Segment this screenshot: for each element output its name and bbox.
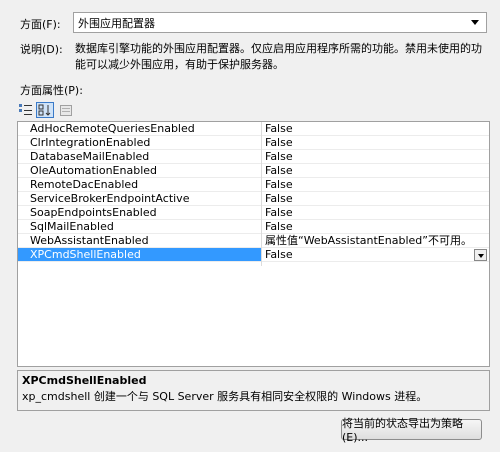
facet-dropdown[interactable]: 外围应用配置器 [73, 12, 487, 33]
property-value[interactable]: False [262, 122, 489, 136]
description-text: 数据库引擎功能的外围应用配置器。仅应启用应用程序所需的功能。禁用未使用的功能可以… [75, 42, 482, 71]
property-name: AdHocRemoteQueriesEnabled [18, 122, 261, 136]
help-text: xp_cmdshell 创建一个与 SQL Server 服务具有相同安全权限的… [22, 390, 428, 403]
property-value[interactable]: False [262, 220, 489, 234]
property-value[interactable]: False [262, 136, 489, 150]
property-value[interactable]: False [262, 164, 489, 178]
categorized-icon [19, 104, 32, 115]
property-row[interactable]: WebAssistantEnabled 属性值“WebAssistantEnab… [18, 234, 489, 248]
property-name: RemoteDacEnabled [18, 178, 261, 192]
property-name: DatabaseMailEnabled [18, 150, 261, 164]
property-row[interactable]: AdHocRemoteQueriesEnabled False [18, 122, 489, 136]
property-name: ClrIntegrationEnabled [18, 136, 261, 150]
description-label: 说明(D): [20, 43, 63, 56]
property-help-pane: XPCmdShellEnabled xp_cmdshell 创建一个与 SQL … [17, 370, 490, 411]
property-value-editor[interactable]: False [262, 248, 489, 262]
property-row[interactable]: SqlMailEnabled False [18, 220, 489, 234]
property-name: OleAutomationEnabled [18, 164, 261, 178]
facet-properties-label: 方面属性(P): [20, 84, 83, 97]
property-name: ServiceBrokerEndpointActive [18, 192, 261, 206]
property-row[interactable]: SoapEndpointsEnabled False [18, 206, 489, 220]
property-name: WebAssistantEnabled [18, 234, 261, 248]
property-grid[interactable]: AdHocRemoteQueriesEnabled False ClrInteg… [17, 121, 490, 367]
property-pages-button[interactable] [57, 102, 75, 118]
property-value[interactable]: False [262, 150, 489, 164]
export-policy-button[interactable]: 将当前的状态导出为策略(E)... [341, 417, 482, 444]
property-row[interactable]: RemoteDacEnabled False [18, 178, 489, 192]
property-name: SoapEndpointsEnabled [18, 206, 261, 220]
categorized-button[interactable] [17, 102, 35, 118]
alphabetical-icon [38, 104, 51, 116]
property-name: XPCmdShellEnabled [18, 248, 261, 262]
property-name: SqlMailEnabled [18, 220, 261, 234]
help-title: XPCmdShellEnabled [22, 374, 147, 387]
property-pages-icon [60, 104, 72, 116]
property-value[interactable]: False [262, 178, 489, 192]
property-value[interactable]: 属性值“WebAssistantEnabled”不可用。 [262, 234, 489, 248]
property-row-selected[interactable]: XPCmdShellEnabled False [18, 248, 489, 262]
chevron-down-icon[interactable] [474, 249, 487, 261]
chevron-down-icon[interactable] [471, 20, 479, 25]
property-value[interactable]: False [262, 192, 489, 206]
property-value[interactable]: False [262, 206, 489, 220]
property-row[interactable]: DatabaseMailEnabled False [18, 150, 489, 164]
property-row[interactable]: ServiceBrokerEndpointActive False [18, 192, 489, 206]
property-row[interactable]: ClrIntegrationEnabled False [18, 136, 489, 150]
alphabetical-button[interactable] [36, 102, 54, 118]
property-row[interactable]: OleAutomationEnabled False [18, 164, 489, 178]
facet-label: 方面(F): [20, 18, 61, 31]
property-value: False [265, 248, 293, 261]
facet-selected-value: 外围应用配置器 [78, 16, 155, 30]
